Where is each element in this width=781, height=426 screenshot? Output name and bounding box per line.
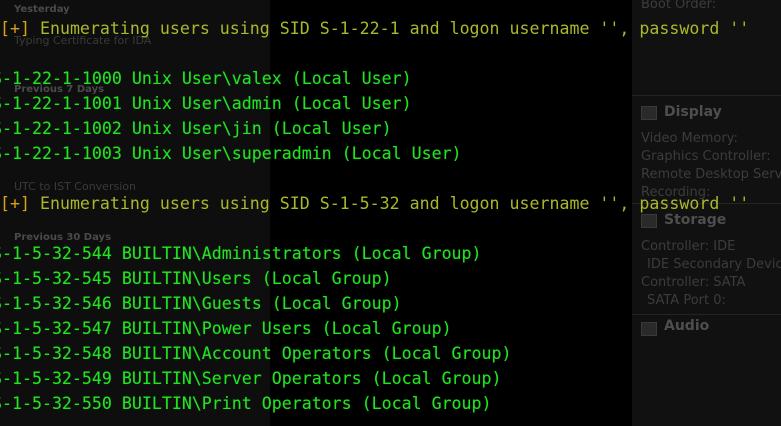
status-bracket: [+] <box>0 194 30 213</box>
builtin-group-line: S-1-5-32-545 BUILTIN\Users (Local Group) <box>0 269 392 288</box>
builtin-group-line: S-1-5-32-547 BUILTIN\Power Users (Local … <box>0 319 452 338</box>
terminal-output[interactable]: [+] Enumerating users using SID S-1-22-1… <box>0 0 781 426</box>
enumeration-header-unix: [+] Enumerating users using SID S-1-22-1… <box>0 19 749 39</box>
builtin-group-line: S-1-5-32-544 BUILTIN\Administrators (Loc… <box>0 244 482 263</box>
builtin-group-line: S-1-5-32-549 BUILTIN\Server Operators (L… <box>0 369 502 388</box>
header-text: Enumerating users using SID S-1-5-32 and… <box>29 194 750 213</box>
enumeration-header-builtin: [+] Enumerating users using SID S-1-5-32… <box>0 194 749 214</box>
unix-user-line: S-1-22-1-1003 Unix User\superadmin (Loca… <box>0 144 462 163</box>
unix-user-line: S-1-22-1-1002 Unix User\jin (Local User) <box>0 119 392 138</box>
unix-user-line: S-1-22-1-1001 Unix User\admin (Local Use… <box>0 94 412 113</box>
builtin-group-line: S-1-5-32-550 BUILTIN\Print Operators (Lo… <box>0 394 492 413</box>
builtin-group-line: S-1-5-32-546 BUILTIN\Guests (Local Group… <box>0 294 402 313</box>
status-bracket: [+] <box>0 19 30 38</box>
builtin-group-line: S-1-5-32-548 BUILTIN\Account Operators (… <box>0 344 512 363</box>
header-text: Enumerating users using SID S-1-22-1 and… <box>29 19 750 38</box>
unix-user-line: S-1-22-1-1000 Unix User\valex (Local Use… <box>0 69 412 88</box>
